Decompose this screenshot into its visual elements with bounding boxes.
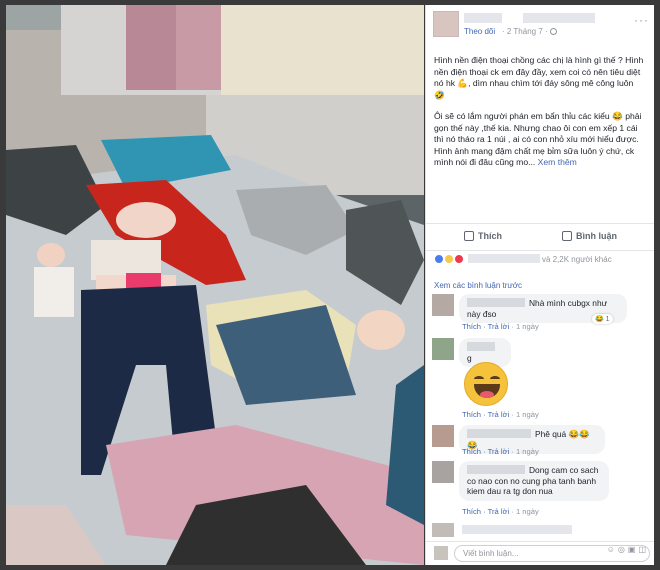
comment-like-link[interactable]: Thích [462, 410, 481, 419]
post-actions: Thích Bình luận [426, 223, 654, 251]
author-name-redacted-2[interactable] [523, 13, 595, 23]
haha-reaction-icon [444, 254, 455, 264]
commenter-avatar[interactable] [432, 294, 454, 316]
comment-reply-link[interactable]: Trả lời [488, 322, 510, 331]
comment-input-placeholder: Viết bình luận... [463, 549, 519, 558]
commenter-avatar[interactable] [432, 523, 454, 537]
author-name-redacted[interactable] [464, 13, 502, 23]
comment-time[interactable]: · 1 ngày [511, 410, 538, 419]
comment-like-link[interactable]: Thích [462, 447, 481, 456]
comment-reaction-chip[interactable]: 😂 1 [592, 314, 613, 324]
sticker-mouth [474, 384, 500, 398]
post-panel: Theo dõi · 2 Tháng 7 · ··· Hình nền điện… [425, 5, 654, 565]
more-options-icon[interactable]: ··· [634, 13, 649, 27]
camera-icon[interactable]: ◎ [618, 545, 628, 554]
commenter-avatar[interactable] [432, 338, 454, 360]
comment-reaction-count: 1 [605, 316, 610, 323]
comment-label: Bình luận [576, 231, 617, 241]
comment-meta: Thích · Trả lời · 1 ngày [462, 447, 539, 456]
thumbs-up-icon [464, 231, 474, 241]
photo-drawing [6, 5, 424, 565]
commenter-name-redacted[interactable] [467, 342, 495, 351]
comment-tools: ☺◎▣◫ [607, 545, 649, 554]
write-comment-bar: Viết bình luận... ☺◎▣◫ [426, 541, 654, 565]
commenter-name-redacted[interactable] [467, 465, 525, 474]
comment-reply-link[interactable]: Trả lời [488, 410, 510, 419]
post-header: Theo dõi · 2 Tháng 7 · ··· [426, 5, 654, 45]
comment-reply-link[interactable]: Trả lời [488, 507, 510, 516]
reaction-count: và 2,2K người khác [541, 255, 612, 264]
comment-meta: Thích · Trả lời · 1 ngày [462, 410, 539, 419]
reactor-names-redacted [467, 254, 540, 263]
comment-meta: Thích · Trả lời · 1 ngày [462, 507, 539, 516]
commenter-name-redacted[interactable] [467, 429, 531, 438]
comment-like-link[interactable]: Thích [462, 507, 481, 516]
see-more-link[interactable]: Xem thêm [538, 157, 577, 167]
sticker-tongue [480, 391, 494, 398]
comment-time[interactable]: · 1 ngày [511, 322, 538, 331]
comment-reply-link[interactable]: Trả lời [488, 447, 510, 456]
post-photo[interactable] [6, 5, 424, 565]
emoji-icon[interactable]: ☺ [607, 545, 618, 554]
comment-time[interactable]: · 1 ngày [511, 447, 538, 456]
love-reaction-icon [454, 254, 465, 264]
view-previous-comments-link[interactable]: Xem các bình luận trước [434, 281, 522, 290]
viewer-avatar [434, 546, 448, 560]
commenter-avatar[interactable] [432, 461, 454, 483]
gif-icon[interactable]: ▣ [628, 545, 639, 554]
post-text: Hình nền điện thoại chồng các chị là hìn… [434, 55, 646, 179]
like-label: Thích [478, 231, 502, 241]
post-date-text: · 2 Tháng 7 · [502, 27, 548, 36]
comment-time[interactable]: · 1 ngày [511, 507, 538, 516]
comment-like-link[interactable]: Thích [462, 322, 481, 331]
commenter-avatar[interactable] [432, 425, 454, 447]
comment-button[interactable]: Bình luận [562, 231, 617, 241]
comment-bubble: Dong cam co sach co nao con no cung pha … [459, 461, 609, 501]
commenter-name-redacted[interactable] [467, 298, 525, 307]
post-date[interactable]: · 2 Tháng 7 · [502, 27, 557, 36]
sticker-icon[interactable]: ◫ [638, 545, 649, 554]
sticker-eye [490, 376, 500, 382]
comment-meta: Thích · Trả lời · 1 ngày [462, 322, 539, 331]
post-paragraph-2: Ôi sẽ có lắm người phán em bẩn thỉu các … [434, 111, 646, 169]
sticker-eye [474, 376, 484, 382]
speech-bubble-icon [562, 231, 572, 241]
globe-icon [549, 28, 557, 35]
reaction-summary[interactable]: và 2,2K người khác [434, 254, 612, 268]
author-avatar[interactable] [433, 11, 459, 37]
post-paragraph-1: Hình nền điện thoại chồng các chị là hìn… [434, 55, 644, 100]
comment-redacted [462, 525, 572, 534]
like-button[interactable]: Thích [464, 231, 502, 241]
follow-link[interactable]: Theo dõi [464, 27, 495, 36]
screenshot-frame: Theo dõi · 2 Tháng 7 · ··· Hình nền điện… [0, 0, 660, 570]
haha-sticker-icon [464, 362, 508, 406]
like-reaction-icon [434, 254, 444, 264]
comment-text: g [467, 352, 472, 363]
